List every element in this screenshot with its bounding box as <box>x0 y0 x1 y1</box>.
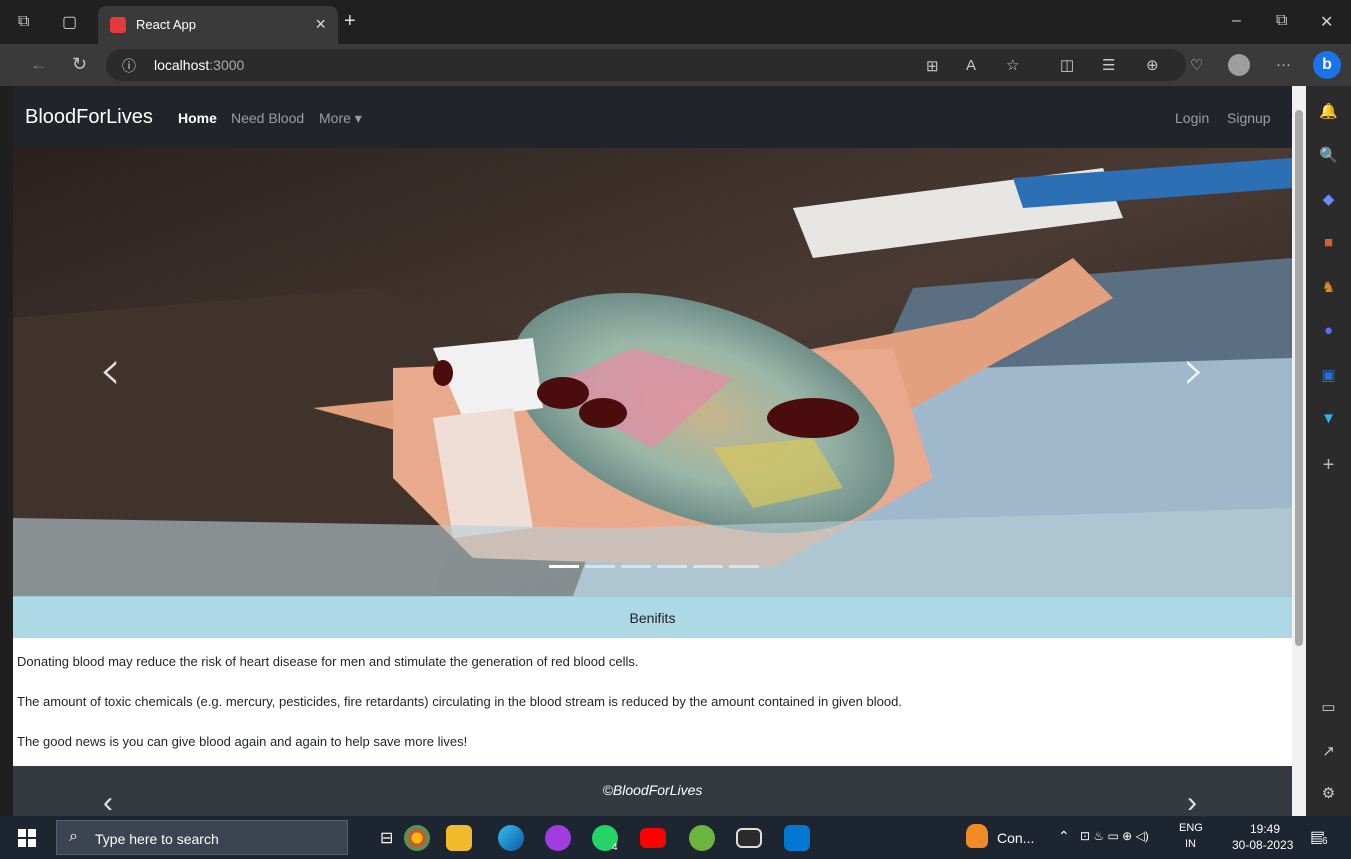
youtube-icon[interactable] <box>640 828 666 848</box>
browser-tab-react-app[interactable]: React App × <box>98 6 338 44</box>
task-view-icon[interactable]: ⊟ <box>380 828 406 854</box>
clock-date[interactable]: 30-08-2023 <box>1232 838 1293 852</box>
carousel-image-blood-donation <box>13 148 1292 596</box>
nav-link-home[interactable]: Home <box>178 110 217 126</box>
region-indicator[interactable]: IN <box>1185 838 1196 850</box>
hide-sidebar-icon[interactable]: ▭ <box>1306 698 1351 716</box>
site-navbar: BloodForLives Home Need Blood More ▾ Log… <box>13 86 1292 148</box>
favicon-heart-icon <box>110 17 126 33</box>
file-explorer-icon[interactable] <box>446 825 472 851</box>
carousel-indicator[interactable] <box>693 565 723 568</box>
spring-tools-icon[interactable] <box>689 825 715 851</box>
language-indicator[interactable]: ENG <box>1179 822 1203 834</box>
sidebar-settings-gear-icon[interactable]: ⚙ <box>1306 784 1351 802</box>
close-window-button[interactable]: ✕ <box>1320 12 1333 32</box>
minimize-button[interactable]: – <box>1232 12 1241 30</box>
browser-title-bar: ⧉ ▢ React App × + – ⧉ ✕ <box>0 0 1351 44</box>
carousel-next-icon[interactable]: › <box>1183 338 1205 403</box>
image-carousel[interactable]: ‹ › <box>13 148 1292 596</box>
benefits-title: Benifits <box>629 610 676 626</box>
windows-taskbar: ⌕ Type here to search ⊟ 4 Con... ⌃ ⊡ ♨ ▭… <box>0 816 1351 859</box>
brand-logo-text[interactable]: BloodForLives <box>25 106 153 129</box>
tray-chevron-up-icon[interactable]: ⌃ <box>1058 828 1070 845</box>
search-icon[interactable]: 🔍 <box>1306 146 1351 164</box>
clock-time[interactable]: 19:49 <box>1250 822 1280 836</box>
favorites-icon[interactable]: ☰ <box>1102 56 1115 74</box>
footer-prev-icon[interactable]: ‹ <box>103 786 113 816</box>
scrollbar-thumb[interactable] <box>1295 110 1303 646</box>
site-info-icon[interactable]: ⓘ <box>122 56 136 76</box>
bing-chat-icon[interactable]: b <box>1313 51 1341 79</box>
footer-next-icon[interactable]: › <box>1187 786 1197 816</box>
microsoft-365-icon[interactable]: ● <box>1306 322 1351 339</box>
outlook-icon[interactable]: ▣ <box>1306 366 1351 384</box>
taskbar-app-label[interactable]: Con... <box>997 830 1034 846</box>
terminal-icon[interactable] <box>736 828 762 848</box>
search-icon: ⌕ <box>69 828 78 845</box>
edge-icon[interactable] <box>498 825 524 851</box>
carousel-indicator[interactable] <box>621 565 651 568</box>
carousel-indicator[interactable] <box>549 565 579 568</box>
url-text: localhost:3000 <box>154 57 245 73</box>
browser-essentials-icon[interactable]: ♡ <box>1190 56 1203 74</box>
games-icon[interactable]: ♞ <box>1306 278 1351 296</box>
tab-close-icon[interactable]: × <box>315 14 326 35</box>
carousel-prev-icon[interactable]: ‹ <box>99 338 121 403</box>
wps-office-icon[interactable] <box>545 825 571 851</box>
send-drop-icon[interactable]: ▼ <box>1306 410 1351 427</box>
carousel-indicator[interactable] <box>657 565 687 568</box>
nav-link-signup[interactable]: Signup <box>1227 110 1271 126</box>
new-tab-button[interactable]: + <box>344 10 356 33</box>
carousel-indicator[interactable] <box>729 565 759 568</box>
nav-link-need-blood[interactable]: Need Blood <box>231 110 304 126</box>
restore-button[interactable]: ⧉ <box>1276 12 1287 30</box>
tab-actions-icon[interactable]: ▢ <box>62 12 77 32</box>
carousel-indicator[interactable] <box>585 565 615 568</box>
notification-count-badge: 6 <box>1322 836 1328 847</box>
benefit-item: Donating blood may reduce the risk of he… <box>17 654 639 669</box>
site-footer: ©BloodForLives ‹ › <box>13 766 1292 816</box>
nav-dropdown-more[interactable]: More ▾ <box>319 110 362 127</box>
browser-toolbar: ← ↻ ⓘ localhost:3000 ⊞ A ☆ ◫ ☰ ⊕ ♡ ··· b <box>0 44 1351 86</box>
benefits-header: Benifits <box>13 596 1292 638</box>
split-screen-icon[interactable]: ◫ <box>1060 56 1074 74</box>
app-available-icon[interactable]: ⊞ <box>926 57 939 75</box>
address-bar[interactable]: ⓘ localhost:3000 ⊞ A ☆ <box>106 49 1186 81</box>
read-aloud-icon[interactable]: A <box>966 57 976 74</box>
nav-link-login[interactable]: Login <box>1175 110 1209 126</box>
footer-copyright: ©BloodForLives <box>602 782 703 798</box>
chrome-icon[interactable] <box>404 825 430 851</box>
search-placeholder: Type here to search <box>95 831 219 847</box>
add-sidebar-app-icon[interactable]: + <box>1306 454 1351 477</box>
windows-start-icon[interactable] <box>18 829 36 847</box>
more-options-icon[interactable]: ··· <box>1276 56 1291 73</box>
notifications-bell-icon[interactable]: 🔔 <box>1306 102 1351 120</box>
web-page: BloodForLives Home Need Blood More ▾ Log… <box>13 86 1292 816</box>
profile-avatar[interactable] <box>1228 54 1250 76</box>
whatsapp-badge: 4 <box>612 842 618 853</box>
tray-status-icons[interactable]: ⊡ ♨ ▭ ⊕ ◁) <box>1080 829 1149 843</box>
shopping-tag-icon[interactable]: ◆ <box>1306 190 1351 208</box>
external-link-icon[interactable]: ↗ <box>1306 742 1351 760</box>
edge-sidebar: 🔔 🔍 ◆ ■ ♞ ● ▣ ▼ + ▭ ↗ ⚙ <box>1306 86 1351 816</box>
contacts-app-icon[interactable] <box>966 824 988 848</box>
tab-title: React App <box>136 17 196 32</box>
benefit-item: The good news is you can give blood agai… <box>17 734 468 749</box>
refresh-icon[interactable]: ↻ <box>72 54 87 75</box>
benefit-item: The amount of toxic chemicals (e.g. merc… <box>17 694 902 709</box>
vscode-icon[interactable] <box>784 825 810 851</box>
page-scrollbar[interactable] <box>1292 86 1306 816</box>
tools-briefcase-icon[interactable]: ■ <box>1306 234 1351 251</box>
back-arrow-icon[interactable]: ← <box>30 54 48 75</box>
workspaces-icon[interactable]: ⧉ <box>18 13 29 31</box>
taskbar-search-box[interactable]: ⌕ Type here to search <box>56 820 348 855</box>
favorite-star-icon[interactable]: ☆ <box>1006 56 1019 74</box>
collections-icon[interactable]: ⊕ <box>1146 56 1159 74</box>
